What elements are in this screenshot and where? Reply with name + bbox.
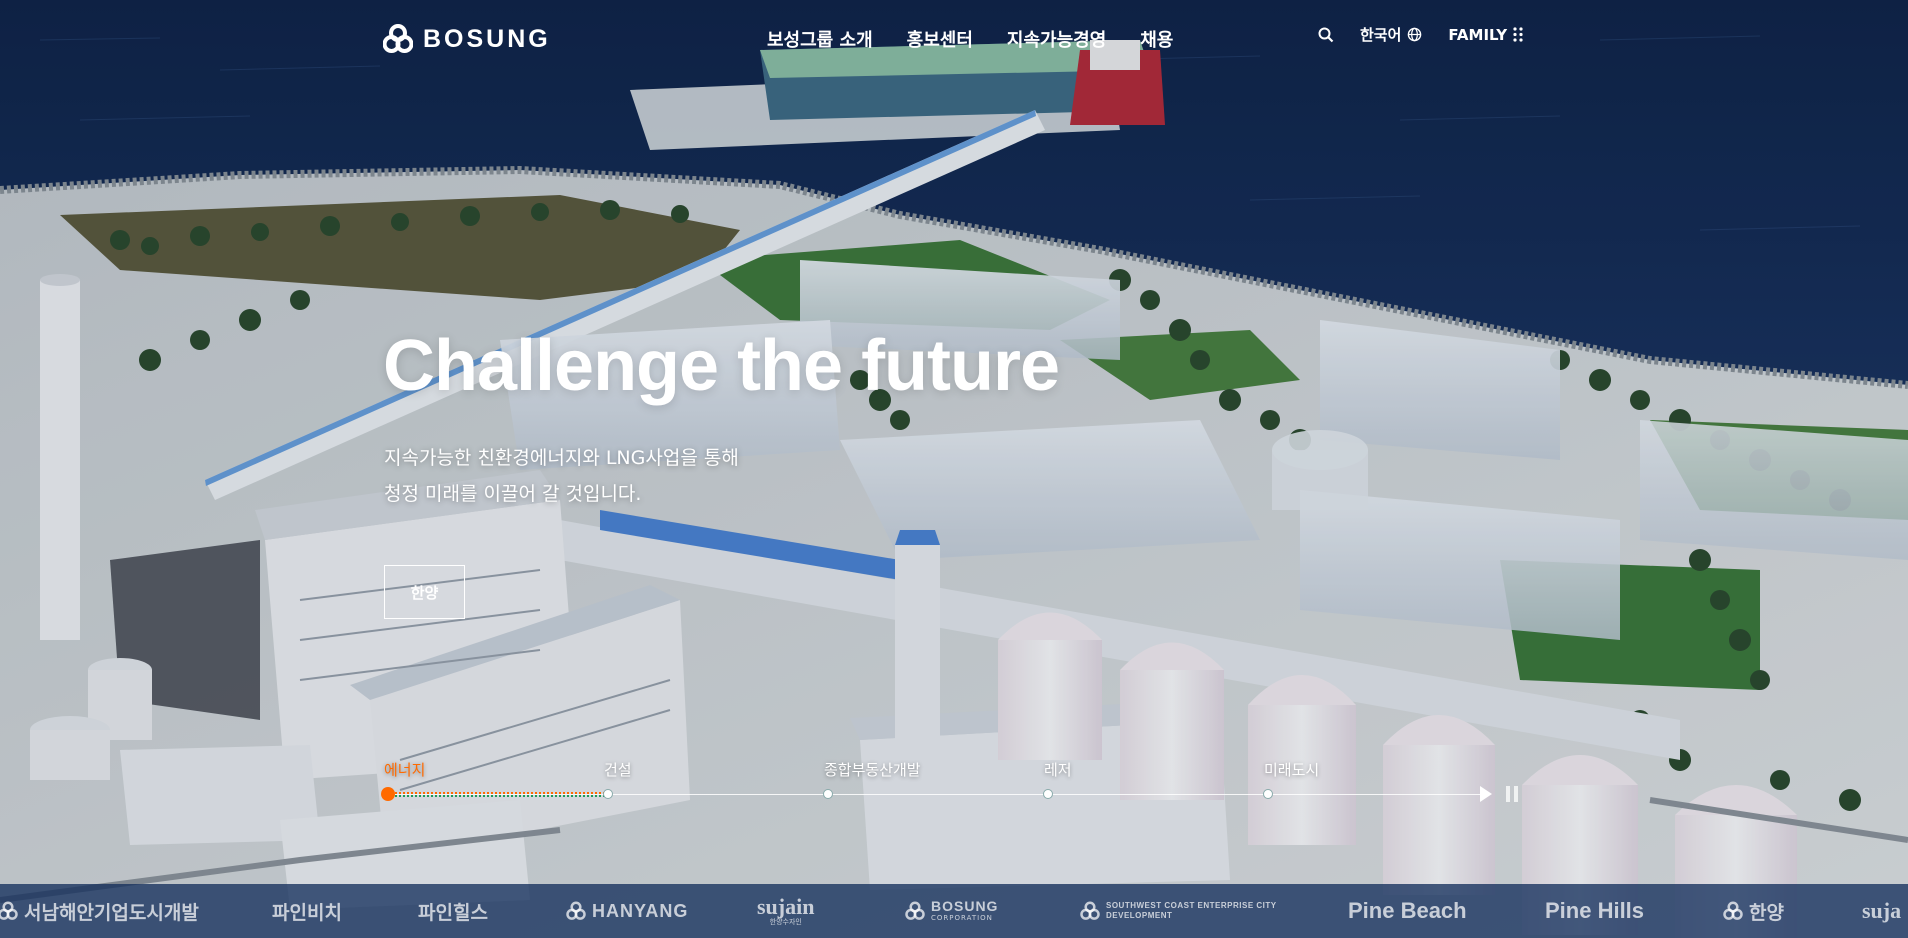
nav-item-about[interactable]: 보성그룹 소개 xyxy=(767,26,873,52)
family-site-button[interactable]: FAMILY xyxy=(1448,26,1523,44)
family-item-label: Pine Beach xyxy=(1348,898,1467,923)
hero-cta-button[interactable]: 한양 xyxy=(384,565,465,619)
family-item-label: 파인힐스 xyxy=(418,901,488,924)
bosung-logo-icon xyxy=(905,901,925,920)
family-brand-strip: 서남해안기업도시개발 파인비치 파인힐스 HANYANG sujain 한양수자… xyxy=(0,884,1908,938)
slider-step-label: 에너지 xyxy=(384,761,426,779)
family-item-label: BOSUNG xyxy=(931,898,999,914)
slider-step-label: 레저 xyxy=(1044,761,1072,779)
play-icon[interactable] xyxy=(1480,786,1492,802)
family-item-label: 파인비치 xyxy=(272,901,342,924)
language-label: 한국어 xyxy=(1360,26,1402,44)
family-item-label: suja xyxy=(1862,898,1902,923)
logo-wordmark: BOSUNG xyxy=(423,24,551,53)
bosung-logo-icon xyxy=(0,901,18,920)
language-selector[interactable]: 한국어 xyxy=(1360,24,1422,45)
hero-description: 지속가능한 친환경에너지와 LNG사업을 통해 청정 미래를 이끌어 갈 것입니… xyxy=(384,440,739,512)
family-item-pine-hills-kr[interactable]: 파인힐스 xyxy=(418,884,488,938)
family-item-bosung[interactable]: BOSUNG CORPORATION xyxy=(905,884,998,938)
nav-item-careers[interactable]: 채용 xyxy=(1140,26,1173,52)
hanyang-logo-icon xyxy=(1723,901,1743,920)
family-item-label: 한양 xyxy=(1749,901,1784,924)
family-item-sujain-clipped[interactable]: suja xyxy=(1862,884,1901,938)
hero-title: Challenge the future xyxy=(383,326,1060,406)
grid-dots-icon xyxy=(1513,27,1523,42)
slider-step-label: 종합부동산개발 xyxy=(824,761,921,779)
family-item-pine-beach-en[interactable]: Pine Beach xyxy=(1348,884,1467,938)
slider-step-label: 건설 xyxy=(604,761,632,779)
pause-icon[interactable] xyxy=(1506,786,1518,802)
family-item-label: SOUTHWEST COAST ENTERPRISE CITY DEVELOPM… xyxy=(1106,901,1277,920)
hero-description-line-2: 청정 미래를 이끌어 갈 것입니다. xyxy=(384,483,642,505)
family-item-sujain[interactable]: sujain 한양수자인 xyxy=(757,884,814,938)
family-item-label: HANYANG xyxy=(592,900,689,921)
family-item-label: Pine Hills xyxy=(1545,898,1645,923)
bosung-logo[interactable]: BOSUNG xyxy=(383,24,551,54)
family-item-southwest-coast-kr[interactable]: 서남해안기업도시개발 xyxy=(0,884,199,938)
family-item-label: 서남해안기업도시개발 xyxy=(24,901,199,924)
hanyang-logo-icon xyxy=(566,901,586,920)
slider-step-dot xyxy=(1043,789,1053,799)
family-item-pine-hills-en[interactable]: Pine Hills xyxy=(1545,884,1644,938)
family-item-sublabel: 한양수자인 xyxy=(769,917,802,926)
utility-menu: 한국어 FAMILY xyxy=(1318,24,1523,45)
slider-step-dot xyxy=(381,787,395,801)
nav-item-pr-center[interactable]: 홍보센터 xyxy=(907,26,973,52)
nav-item-sustainability[interactable]: 지속가능경영 xyxy=(1007,26,1106,52)
slider-progress xyxy=(388,792,608,797)
family-item-hanyang-kr[interactable]: 한양 xyxy=(1723,884,1784,938)
main-navigation: 보성그룹 소개 홍보센터 지속가능경영 채용 xyxy=(767,26,1173,52)
family-label: FAMILY xyxy=(1448,25,1508,44)
family-item-southwest-coast-en[interactable]: SOUTHWEST COAST ENTERPRISE CITY DEVELOPM… xyxy=(1080,884,1296,938)
slider-step-dot xyxy=(603,789,613,799)
family-item-pine-beach-kr[interactable]: 파인비치 xyxy=(272,884,342,938)
bosung-logo-icon xyxy=(383,24,413,53)
site-header: BOSUNG 보성그룹 소개 홍보센터 지속가능경영 채용 한국어 FAMILY xyxy=(0,0,1908,76)
family-item-label: sujain xyxy=(757,893,815,919)
bosung-logo-icon xyxy=(1080,901,1100,920)
globe-icon xyxy=(1408,27,1422,42)
search-button[interactable] xyxy=(1318,27,1334,43)
search-icon xyxy=(1318,27,1334,42)
family-item-hanyang[interactable]: HANYANG xyxy=(566,884,688,938)
family-item-sublabel: CORPORATION xyxy=(931,914,993,922)
slider-step-dot xyxy=(823,789,833,799)
business-slider-nav: 에너지 건설 종합부동산개발 레저 미래도시 xyxy=(381,755,1528,805)
slider-step-label: 미래도시 xyxy=(1264,761,1320,779)
hero-description-line-1: 지속가능한 친환경에너지와 LNG사업을 통해 xyxy=(384,447,739,469)
slider-step-dot xyxy=(1263,789,1273,799)
